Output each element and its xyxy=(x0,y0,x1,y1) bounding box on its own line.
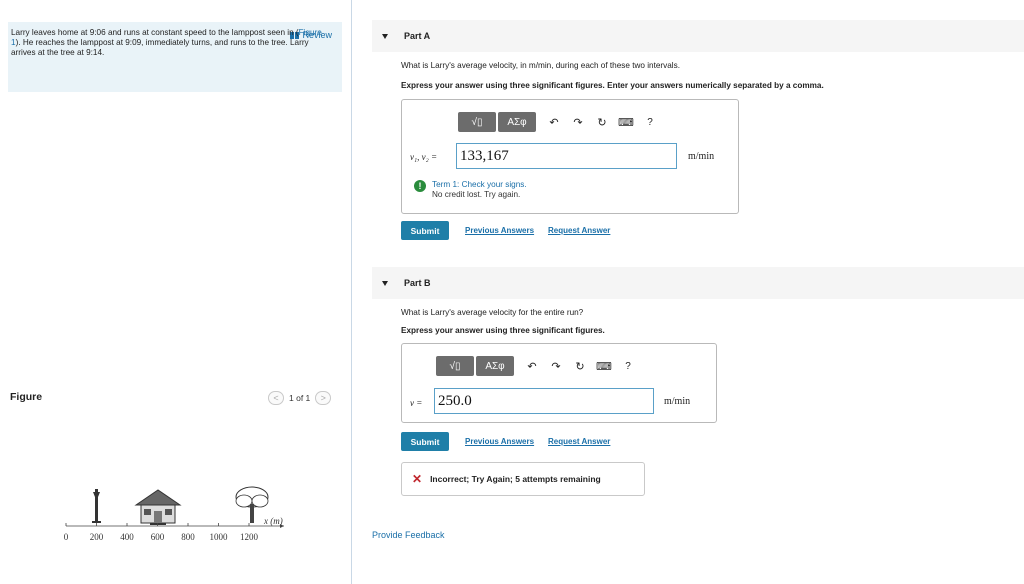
prev-figure-button[interactable]: < xyxy=(268,391,284,405)
right-panel: Part A What is Larry's average velocity,… xyxy=(353,0,1024,584)
help-icon[interactable]: ? xyxy=(616,361,640,372)
part-b-submit-button[interactable]: Submit xyxy=(401,432,449,451)
caret-down-icon xyxy=(382,33,388,39)
axis-tick-label: 200 xyxy=(90,532,104,542)
part-b-answer-input[interactable]: 250.0 xyxy=(434,388,654,414)
axis-tick-label: 800 xyxy=(181,532,195,542)
part-a-previous-answers-link[interactable]: Previous Answers xyxy=(465,226,534,235)
axis-label: x (m) xyxy=(263,516,283,526)
figure-pager: < 1 of 1 > xyxy=(268,391,332,405)
exclamation-icon: ! xyxy=(414,180,426,192)
axis-tick-label: 400 xyxy=(120,532,134,542)
part-a-answer-box: √▯ ΑΣφ ↶ ↷ ↻ ⌨ ? v₁, v₂ = 133,167 m/min … xyxy=(401,99,739,214)
greek-symbols-button[interactable]: ΑΣφ xyxy=(476,356,514,376)
part-a-question: What is Larry's average velocity, in m/m… xyxy=(401,61,680,70)
caret-down-icon xyxy=(382,280,388,286)
part-a-submit-button[interactable]: Submit xyxy=(401,221,449,240)
help-icon[interactable]: ? xyxy=(638,117,662,128)
problem-text-start: Larry leaves home at 9:06 and runs at co… xyxy=(11,28,299,37)
pager-text: 1 of 1 xyxy=(289,393,311,403)
reset-icon[interactable]: ↻ xyxy=(590,116,614,129)
axis-tick-label: 1000 xyxy=(210,532,229,542)
reset-icon[interactable]: ↻ xyxy=(568,360,592,373)
redo-icon[interactable]: ↷ xyxy=(566,116,590,129)
templates-button[interactable]: √▯ xyxy=(458,112,496,132)
part-b-request-answer-link[interactable]: Request Answer xyxy=(548,437,610,446)
part-b-title: Part B xyxy=(404,278,431,288)
templates-button[interactable]: √▯ xyxy=(436,356,474,376)
part-b-instruction: Express your answer using three signific… xyxy=(401,326,605,335)
problem-text-end: ). He reaches the lamppost at 9:09, imme… xyxy=(11,38,309,57)
axis-tick-label: 0 xyxy=(64,532,69,542)
part-b-variable-label: v = xyxy=(410,398,423,408)
part-a-unit: m/min xyxy=(688,151,715,162)
problem-text: Larry leaves home at 9:06 and runs at co… xyxy=(11,28,331,58)
incorrect-feedback: ✕ Incorrect; Try Again; 5 attempts remai… xyxy=(401,462,645,496)
warning-title: Term 1: Check your signs. xyxy=(432,180,527,189)
error-x-icon: ✕ xyxy=(412,472,423,486)
figure-diagram: 0 200 400 600 800 1000 1200 x (m) xyxy=(64,486,284,542)
next-figure-button[interactable]: > xyxy=(315,391,332,405)
part-a-toolbar: √▯ ΑΣφ ↶ ↷ ↻ ⌨ ? xyxy=(458,112,662,132)
part-a-header[interactable]: Part A xyxy=(372,20,1024,52)
house-icon xyxy=(134,489,182,525)
axis-tick-label: 1200 xyxy=(240,532,259,542)
axis-tick-label: 600 xyxy=(151,532,165,542)
undo-icon[interactable]: ↶ xyxy=(542,116,566,129)
part-a-title: Part A xyxy=(404,31,431,41)
redo-icon[interactable]: ↷ xyxy=(544,360,568,373)
provide-feedback-link[interactable]: Provide Feedback xyxy=(372,530,445,540)
incorrect-text: Incorrect; Try Again; 5 attempts remaini… xyxy=(430,474,601,484)
warning-detail: No credit lost. Try again. xyxy=(432,190,521,199)
part-a-instruction: Express your answer using three signific… xyxy=(401,81,824,90)
part-b-toolbar: √▯ ΑΣφ ↶ ↷ ↻ ⌨ ? xyxy=(436,356,640,376)
keyboard-icon[interactable]: ⌨ xyxy=(614,116,638,129)
part-b-question: What is Larry's average velocity for the… xyxy=(401,308,584,317)
left-panel: Review Larry leaves home at 9:06 and run… xyxy=(0,0,352,584)
lamppost-icon xyxy=(92,489,101,523)
figure-heading: Figure xyxy=(10,391,43,403)
greek-symbols-button[interactable]: ΑΣφ xyxy=(498,112,536,132)
part-b-unit: m/min xyxy=(664,396,691,407)
part-a-warning: ! Term 1: Check your signs. No credit lo… xyxy=(414,180,527,199)
part-a-variable-label: v₁, v₂ = xyxy=(410,152,438,162)
part-b-answer-box: √▯ ΑΣφ ↶ ↷ ↻ ⌨ ? v = 250.0 m/min xyxy=(401,343,717,423)
part-a-request-answer-link[interactable]: Request Answer xyxy=(548,226,610,235)
undo-icon[interactable]: ↶ xyxy=(520,360,544,373)
keyboard-icon[interactable]: ⌨ xyxy=(592,360,616,373)
part-b-previous-answers-link[interactable]: Previous Answers xyxy=(465,437,534,446)
part-b-header[interactable]: Part B xyxy=(372,267,1024,299)
part-a-answer-input[interactable]: 133,167 xyxy=(456,143,677,169)
